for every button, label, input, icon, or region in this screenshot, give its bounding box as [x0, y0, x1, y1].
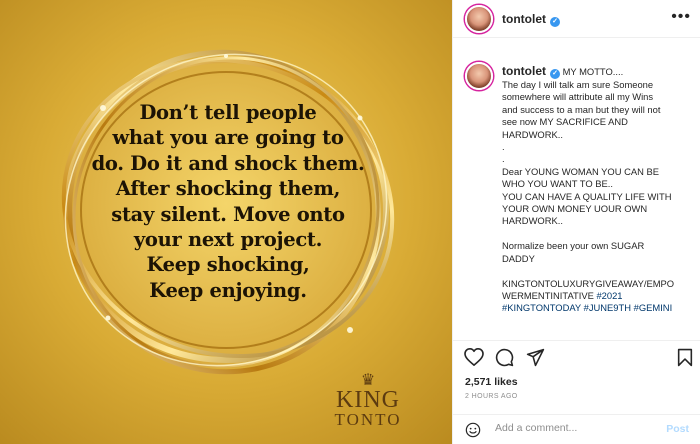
caption-line: WERMENTINITATIVE [502, 289, 594, 301]
caption-line: MY MOTTO.... [562, 66, 624, 77]
quote-line: what you are going to [112, 126, 344, 150]
likes-count[interactable]: 2,571 likes [465, 376, 518, 388]
post-time[interactable]: 2 HOURS AGO [465, 393, 518, 400]
brand-line-2: TONTO [334, 410, 402, 429]
caption-username[interactable]: tontolet [502, 64, 546, 78]
caption-line: The day I will talk am sure Someone [502, 79, 654, 90]
caption-avatar[interactable] [465, 62, 493, 90]
more-options-icon[interactable]: ••• [671, 8, 691, 26]
post-button[interactable]: Post [666, 423, 689, 435]
avatar[interactable] [465, 5, 493, 33]
verified-badge-icon: ✓ [550, 69, 560, 79]
brand-line-1: KING [336, 387, 400, 413]
comment-bar: Post [453, 414, 700, 444]
caption-line: and success to a man but they will not [502, 103, 661, 115]
comment-icon[interactable] [495, 348, 514, 367]
caption-line: HARDWORK.. [502, 215, 563, 227]
caption-line: HARDWORK.. [502, 128, 563, 140]
emoji-icon[interactable] [465, 422, 481, 438]
caption-line: somewhere will attribute all my Wins [502, 91, 654, 103]
bookmark-icon[interactable] [677, 348, 693, 367]
caption-line: see now MY SACRIFICE AND [502, 116, 628, 128]
caption-line: Dear YOUNG WOMAN YOU CAN BE [502, 165, 659, 177]
quote-line: After shocking them, [115, 177, 341, 201]
post-sidebar: tontolet ✓ ••• tontolet ✓ MY MOTTO.... The… [452, 0, 700, 444]
verified-badge-icon: ✓ [550, 17, 560, 27]
caption-line: . [502, 153, 505, 165]
quote-line: stay silent. Move onto [111, 202, 345, 226]
quote-line: your next project. [133, 228, 323, 252]
king-tonto-logo: ♛ KING TONTO [318, 373, 418, 429]
caption-line [502, 228, 692, 240]
action-bar [453, 340, 700, 370]
post-image[interactable]: Don’t tell people what you are going to … [0, 0, 452, 444]
share-icon[interactable] [526, 348, 545, 367]
caption-line: Normalize been your own SUGAR [502, 240, 645, 252]
caption-line: . [502, 141, 505, 153]
caption-area: tontolet ✓ MY MOTTO.... The day I will ta… [453, 58, 700, 336]
quote-line: Keep enjoying. [149, 278, 307, 302]
caption-line: WHO YOU WANT TO BE.. [502, 178, 613, 190]
quote-line: do. Do it and shock them. [91, 151, 365, 175]
caption-text: tontolet ✓ MY MOTTO.... The day I will ta… [502, 65, 692, 315]
caption-line: KINGTONTOLUXURYGIVEAWAY/EMPO [502, 277, 675, 289]
hashtag-link[interactable]: #KINGTONTODAY #JUNE9TH #GEMINI [502, 302, 692, 314]
caption-line: DADDY [502, 252, 535, 264]
quote-line: Don’t tell people [139, 101, 317, 124]
heart-icon[interactable] [464, 348, 484, 366]
caption-line [502, 265, 692, 277]
post-header: tontolet ✓ ••• [453, 0, 700, 38]
hashtag-link[interactable]: #2021 [596, 290, 622, 301]
comment-input[interactable] [495, 422, 655, 434]
quote-text: Don’t tell people what you are going to … [88, 100, 368, 303]
caption-line: YOUR OWN MONEY UOUR OWN [502, 203, 648, 215]
caption-line: YOU CAN HAVE A QUALITY LIFE WITH [502, 190, 672, 202]
quote-line: Keep shocking, [146, 253, 310, 277]
header-username[interactable]: tontolet ✓ [502, 12, 560, 27]
